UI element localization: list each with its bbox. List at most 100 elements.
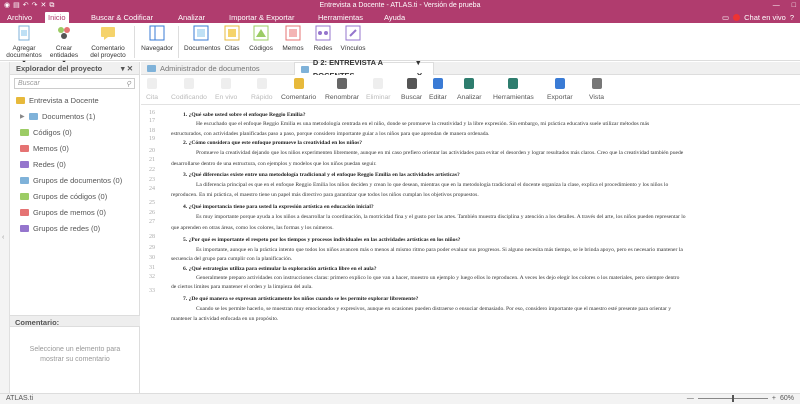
- toolbar-analizar-button[interactable]: Analizar: [457, 77, 482, 101]
- tab-document-manager[interactable]: Administrador de documentos: [141, 62, 291, 75]
- interview-question[interactable]: 6. ¿Qué estrategias utiliza para estimul…: [183, 266, 792, 272]
- tree-item-label: Grupos de redes (0): [33, 223, 101, 233]
- project-root[interactable]: Entrevista a Docente: [10, 92, 139, 108]
- tab-d2-entrevista[interactable]: D 2: ENTREVISTA A DOCENTES ▾ ✕: [294, 58, 434, 80]
- create-entities-button[interactable]: Crearentidades ▾: [48, 25, 80, 66]
- tree-item-icon: [20, 224, 29, 232]
- documents-button[interactable]: Documentos: [184, 25, 221, 52]
- zoom-slider-knob[interactable]: [731, 395, 734, 402]
- toolbar-en-vivo-button[interactable]: En vivo: [215, 77, 237, 101]
- document-line[interactable]: Promueve la creatividad dejando que los …: [196, 150, 792, 156]
- tree-item-icon: [20, 144, 29, 152]
- document-line[interactable]: mantener la actividad enfocada en un pro…: [171, 316, 792, 322]
- document-line[interactable]: que aprenden en otras áreas, como los co…: [171, 225, 792, 231]
- line-number: 31: [149, 265, 155, 271]
- toolbar-eliminar-button[interactable]: Eliminar: [366, 77, 391, 101]
- chevron-down-icon[interactable]: ▾ ✕: [121, 64, 133, 73]
- help-icon[interactable]: ?: [790, 12, 794, 23]
- document-line[interactable]: He escuchado que el enfoque Reggio Emili…: [196, 121, 792, 127]
- tab-buscar-codificar[interactable]: Buscar & Codificar: [88, 12, 156, 23]
- tree-item[interactable]: Grupos de redes (0): [10, 220, 139, 236]
- tree-item[interactable]: Memos (0): [10, 140, 139, 156]
- tab-inicio[interactable]: Inicio: [45, 12, 69, 23]
- interview-question[interactable]: 3. ¿Qué diferencias existe entre una met…: [183, 172, 792, 178]
- networks-icon: [315, 25, 331, 41]
- window-title: Entrevista a Docente - ATLAS.ti - Versió…: [319, 2, 481, 9]
- tree-item-label: Grupos de memos (0): [33, 207, 106, 217]
- networks-button[interactable]: Redes: [310, 25, 336, 52]
- line-number: 17: [149, 118, 155, 124]
- document-toolbar: Cita Codificando En vivo Rápido Comentario Re…: [141, 75, 800, 105]
- chat-icon: [733, 14, 741, 21]
- minimize-button[interactable]: —: [773, 1, 780, 10]
- toolbar-icon: [406, 78, 417, 89]
- quotations-button[interactable]: Citas: [220, 25, 244, 52]
- project-comment-button[interactable]: Comentario del proyecto: [88, 25, 128, 59]
- tree-item-icon: [20, 160, 29, 168]
- maximize-button[interactable]: □: [792, 1, 796, 10]
- document-line[interactable]: La diferencia principal es que en el enf…: [196, 182, 792, 188]
- document-line[interactable]: Generalmente preparo actividades con ins…: [196, 275, 792, 281]
- zoom-control[interactable]: — + 60%: [687, 395, 794, 402]
- tree-item[interactable]: Grupos de documentos (0): [10, 172, 139, 188]
- search-input[interactable]: Buscar ⚲: [14, 78, 135, 89]
- menu-bar: Archivo Inicio Buscar & Codificar Analiz…: [0, 11, 800, 23]
- document-line[interactable]: Es muy importante porque ayuda a los niñ…: [196, 214, 792, 220]
- document-icon: [301, 65, 309, 73]
- interview-question[interactable]: 4. ¿Qué importancia tiene para usted la …: [183, 204, 792, 210]
- links-button[interactable]: Vínculos: [338, 25, 368, 52]
- toolbar-vista-button[interactable]: Vista: [589, 77, 604, 101]
- line-number: 24: [149, 186, 155, 192]
- zoom-out-icon[interactable]: —: [687, 395, 694, 402]
- memos-button[interactable]: Memos: [278, 25, 308, 52]
- add-documents-button[interactable]: Agregardocumentos ▾: [4, 25, 44, 66]
- tree-item[interactable]: Códigos (0): [10, 124, 139, 140]
- tree-item[interactable]: Grupos de códigos (0): [10, 188, 139, 204]
- line-number: 18: [149, 128, 155, 134]
- toolbar-codificando-button[interactable]: Codificando: [171, 77, 207, 101]
- expand-caret-icon[interactable]: ▶: [20, 113, 25, 120]
- toolbar-exportar-button[interactable]: Exportar: [547, 77, 573, 101]
- navigator-button[interactable]: Navegador: [140, 25, 174, 52]
- toolbar-r-pido-button[interactable]: Rápido: [251, 77, 273, 101]
- toolbar-icon: [432, 78, 443, 89]
- interview-question[interactable]: 7. ¿De qué manera se expresan artísticam…: [183, 296, 792, 302]
- tab-analizar[interactable]: Analizar: [175, 12, 208, 23]
- document-line[interactable]: Cuando se les permite hacerlo, se muestr…: [196, 306, 792, 312]
- toolbar-cita-button[interactable]: Cita: [145, 77, 159, 101]
- zoom-in-icon[interactable]: +: [772, 395, 776, 402]
- document-line[interactable]: estructurados, con actividades planifica…: [171, 131, 792, 137]
- document-line[interactable]: reproducen. En mi práctica, el maestro t…: [171, 192, 792, 198]
- toolbar-renombrar-button[interactable]: Renombrar: [325, 77, 359, 101]
- codes-button[interactable]: Códigos: [246, 25, 276, 52]
- tree-item[interactable]: ▶ Documentos (1): [10, 108, 139, 124]
- tree-item-icon: [20, 128, 29, 136]
- panel-collapse-strip[interactable]: ‹: [0, 62, 10, 393]
- tree-item[interactable]: Redes (0): [10, 156, 139, 172]
- interview-question[interactable]: 2. ¿Cómo considera que este enfoque prom…: [183, 140, 792, 146]
- zoom-slider[interactable]: [697, 395, 768, 402]
- interview-question[interactable]: 5. ¿Por qué es importante el respeto por…: [183, 237, 792, 243]
- chat-link[interactable]: ▭ Chat en vivo ?: [722, 12, 794, 23]
- line-number: 29: [149, 245, 155, 251]
- toolbar-buscar-button[interactable]: Buscar: [401, 77, 422, 101]
- document-line[interactable]: secuencia del grupo para cumplir con la …: [171, 256, 792, 262]
- toolbar-icon: [464, 78, 475, 89]
- line-number: 16: [149, 110, 155, 116]
- tree-item-icon: [20, 176, 29, 184]
- document-line[interactable]: desarrollarse dentro de una estructura, …: [171, 161, 792, 167]
- interview-question[interactable]: 1. ¿Qué sabe usted sobre el enfoque Regg…: [183, 112, 792, 118]
- tree-item[interactable]: Grupos de memos (0): [10, 204, 139, 220]
- tab-ayuda[interactable]: Ayuda: [381, 12, 408, 23]
- document-manager-icon: [147, 65, 156, 72]
- tab-archivo[interactable]: Archivo: [4, 12, 35, 23]
- toolbar-editar-button[interactable]: Editar: [429, 77, 447, 101]
- document-line[interactable]: de ciertos límites para mantener el orde…: [171, 284, 792, 290]
- tab-herramientas[interactable]: Herramientas: [315, 12, 366, 23]
- tab-importar-exportar[interactable]: Importar & Exportar: [226, 12, 297, 23]
- tree-item-label: Memos (0): [33, 143, 69, 153]
- document-line[interactable]: Es importante, aunque en la práctica int…: [196, 247, 792, 253]
- toolbar-herramientas-button[interactable]: Herramientas: [493, 77, 534, 101]
- toolbar-comentario-button[interactable]: Comentario: [281, 77, 316, 101]
- comment-placeholder: Seleccione un elemento para mostrar su c…: [29, 346, 121, 363]
